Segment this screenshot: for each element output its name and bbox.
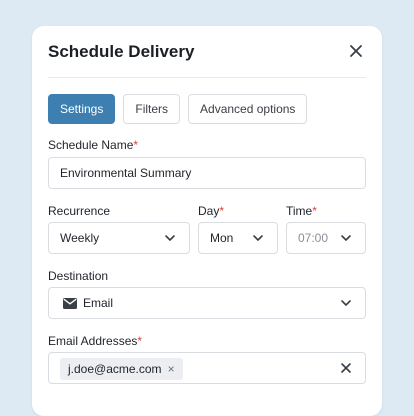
- destination-select[interactable]: Email: [48, 287, 366, 319]
- schedule-name-value: Environmental Summary: [60, 166, 192, 180]
- chevron-down-icon: [253, 235, 263, 241]
- email-addresses-input[interactable]: j.doe@acme.com ×: [48, 352, 366, 384]
- dialog-title: Schedule Delivery: [48, 42, 195, 61]
- chevron-down-icon: [341, 235, 351, 241]
- close-icon[interactable]: [348, 43, 364, 59]
- recurrence-label: Recurrence: [48, 204, 111, 218]
- chevron-down-icon: [341, 300, 351, 306]
- required-mark: *: [133, 138, 139, 152]
- schedule-name-input[interactable]: Environmental Summary: [48, 157, 366, 189]
- header-divider: [48, 77, 366, 78]
- email-addresses-label: Email Addresses*: [48, 334, 143, 348]
- chevron-down-icon: [165, 235, 175, 241]
- destination-value: Email: [83, 296, 114, 310]
- required-mark: *: [137, 334, 143, 348]
- recurrence-select[interactable]: Weekly: [48, 222, 190, 254]
- day-select[interactable]: Mon: [198, 222, 278, 254]
- schedule-delivery-dialog: Schedule Delivery Settings Filters Advan…: [32, 26, 382, 416]
- clear-icon[interactable]: [341, 363, 351, 373]
- day-label: Day*: [198, 204, 225, 218]
- time-value: 07:00: [298, 231, 329, 245]
- required-mark: *: [219, 204, 225, 218]
- tab-filters[interactable]: Filters: [123, 94, 181, 124]
- destination-label: Destination: [48, 269, 109, 283]
- day-value: Mon: [210, 231, 234, 245]
- tab-advanced-options[interactable]: Advanced options: [188, 94, 308, 124]
- recurrence-value: Weekly: [60, 231, 100, 245]
- time-select[interactable]: 07:00: [286, 222, 366, 254]
- tab-settings[interactable]: Settings: [48, 94, 116, 124]
- email-chip-label: j.doe@acme.com: [68, 362, 162, 376]
- tab-bar: Settings Filters Advanced options: [48, 94, 308, 124]
- mail-icon: [63, 298, 77, 309]
- time-label: Time*: [286, 204, 317, 218]
- required-mark: *: [312, 204, 317, 218]
- remove-chip-icon[interactable]: ×: [168, 358, 175, 380]
- email-chip: j.doe@acme.com ×: [60, 358, 183, 380]
- schedule-name-label: Schedule Name*: [48, 138, 139, 152]
